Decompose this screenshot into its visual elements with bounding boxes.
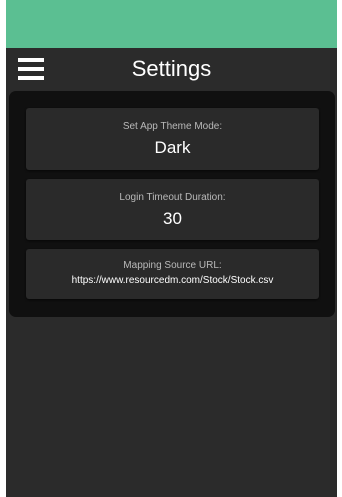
mapping-url-value: https://www.resourcedm.com/Stock/Stock.c… xyxy=(71,275,274,286)
login-timeout-setting[interactable]: Login Timeout Duration: 30 xyxy=(26,179,319,240)
settings-panel: Set App Theme Mode: Dark Login Timeout D… xyxy=(9,91,335,317)
page-title: Settings xyxy=(131,56,212,81)
login-timeout-label: Login Timeout Duration: xyxy=(119,192,226,203)
theme-mode-label: Set App Theme Mode: xyxy=(122,121,223,132)
theme-mode-setting[interactable]: Set App Theme Mode: Dark xyxy=(26,108,319,170)
app-screen: Settings Set App Theme Mode: Dark Login … xyxy=(6,0,337,497)
toolbar: Settings xyxy=(6,48,337,90)
login-timeout-value: 30 xyxy=(163,209,182,228)
mapping-url-setting[interactable]: Mapping Source URL: https://www.resource… xyxy=(26,249,319,299)
status-bar xyxy=(6,0,337,48)
mapping-url-label: Mapping Source URL: xyxy=(123,260,222,271)
theme-mode-value: Dark xyxy=(154,138,191,157)
